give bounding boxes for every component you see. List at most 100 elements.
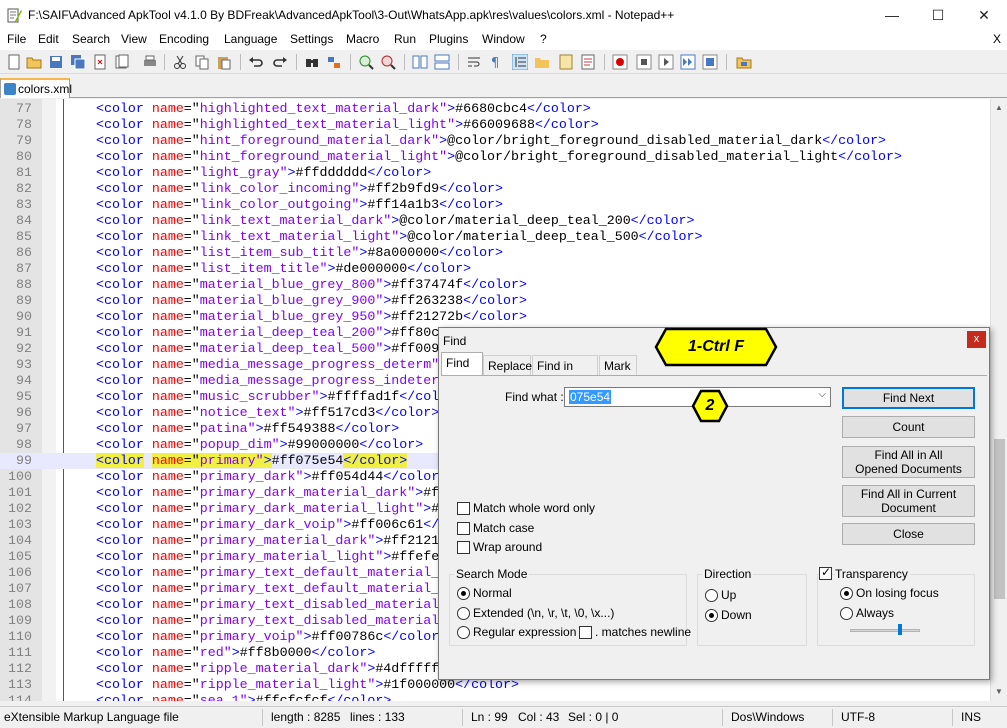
new-file-icon[interactable] (6, 54, 22, 70)
undo-icon[interactable] (248, 54, 264, 70)
toolbar-separator (458, 54, 459, 70)
search-mode-normal-radio[interactable] (457, 587, 470, 600)
copy-icon[interactable] (194, 54, 210, 70)
find-all-opened-button[interactable]: Find All in All Opened Documents (842, 446, 975, 478)
menu-run[interactable]: Run (394, 32, 416, 46)
match-whole-word-checkbox[interactable] (457, 502, 470, 515)
cut-icon[interactable] (172, 54, 188, 70)
transparency-always-radio[interactable] (840, 607, 853, 620)
xml-attr-quote: " (439, 149, 448, 164)
sync-horizontal-icon[interactable] (434, 54, 450, 70)
menu-search[interactable]: Search (72, 32, 110, 46)
menu-encoding[interactable]: Encoding (159, 32, 209, 46)
sync-vertical-icon[interactable] (412, 54, 428, 70)
maximize-button[interactable]: ☐ (915, 0, 961, 30)
count-button[interactable]: Count (842, 416, 975, 438)
code-line[interactable]: 77 <color name="highlighted_text_material… (0, 101, 990, 117)
zoom-in-icon[interactable] (358, 54, 374, 70)
close-document-button[interactable]: X (993, 32, 1001, 46)
paste-icon[interactable] (216, 54, 232, 70)
menu-window[interactable]: Window (482, 32, 525, 46)
print-icon[interactable] (142, 54, 158, 70)
tab-mark[interactable]: Mark (599, 355, 637, 375)
menu-language[interactable]: Language (224, 32, 277, 46)
close-button[interactable]: Close (842, 523, 975, 545)
find-dialog-close-button[interactable]: x (967, 331, 986, 348)
code-line[interactable]: 83 <color name="link_color_outgoing">#ff1… (0, 197, 990, 213)
tab-colors-xml[interactable]: colors.xml (0, 78, 72, 98)
match-case-checkbox[interactable] (457, 522, 470, 535)
record-macro-icon[interactable] (612, 54, 628, 70)
find-next-button[interactable]: Find Next (842, 387, 975, 409)
folder-as-workspace-icon[interactable] (534, 54, 550, 70)
menu-help[interactable]: ? (540, 32, 547, 46)
code-line[interactable]: 82 <color name="link_color_incoming">#ff2… (0, 181, 990, 197)
replace-icon[interactable] (326, 54, 342, 70)
transparency-checkbox[interactable] (819, 565, 832, 580)
code-line[interactable]: 78 <color name="highlighted_text_material… (0, 117, 990, 133)
tab-find-in-files[interactable]: Find in Files (532, 355, 598, 387)
minimize-button[interactable]: — (869, 0, 915, 30)
menu-macro[interactable]: Macro (346, 32, 379, 46)
tab-replace[interactable]: Replace (483, 355, 532, 375)
matches-newline-checkbox[interactable] (579, 626, 592, 639)
scroll-up-arrow[interactable]: ▲ (995, 103, 1003, 112)
direction-down-radio[interactable] (705, 609, 718, 622)
code-line[interactable]: 81 <color name="light_gray">#ffdddddd</co… (0, 165, 990, 181)
tab-find[interactable]: Find (441, 352, 483, 376)
save-icon[interactable] (48, 54, 64, 70)
code-line[interactable]: 88 <color name="material_blue_grey_800">#… (0, 277, 990, 293)
redo-icon[interactable] (272, 54, 288, 70)
search-mode-extended-radio[interactable] (457, 607, 470, 620)
close-file-icon[interactable] (92, 54, 108, 70)
stop-macro-icon[interactable] (636, 54, 652, 70)
direction-up-radio[interactable] (705, 589, 718, 602)
document-map-icon[interactable] (558, 54, 574, 70)
status-separator (952, 709, 953, 726)
menu-edit[interactable]: Edit (38, 32, 59, 46)
menu-plugins[interactable]: Plugins (429, 32, 468, 46)
launch-browser-icon[interactable] (736, 54, 752, 70)
function-list-icon[interactable] (580, 54, 596, 70)
xml-tag-open: <color (96, 485, 144, 500)
play-macro-icon[interactable] (658, 54, 674, 70)
code-line[interactable]: 86 <color name="list_item_sub_title">#8a0… (0, 245, 990, 261)
menu-file[interactable]: File (7, 32, 26, 46)
search-mode-regex-radio[interactable] (457, 626, 470, 639)
vertical-scrollbar[interactable]: ▲ ▼ (990, 99, 1007, 701)
wrap-around-checkbox[interactable] (457, 541, 470, 554)
code-line[interactable]: 85 <color name="link_text_material_light"… (0, 229, 990, 245)
close-all-icon[interactable] (114, 54, 130, 70)
xml-tag-open: <color (96, 229, 144, 244)
scrollbar-thumb[interactable] (994, 439, 1005, 599)
scroll-down-arrow[interactable]: ▼ (995, 687, 1003, 696)
save-all-icon[interactable] (70, 54, 86, 70)
code-line[interactable]: 84 <color name="link_text_material_dark">… (0, 213, 990, 229)
code-line[interactable]: 79 <color name="hint_foreground_material_… (0, 133, 990, 149)
run-macro-multiple-icon[interactable] (680, 54, 696, 70)
chevron-down-icon[interactable]: ⌵ (818, 389, 826, 400)
code-line[interactable]: 89 <color name="material_blue_grey_900">#… (0, 293, 990, 309)
window-close-button[interactable]: ✕ (961, 0, 1007, 30)
save-macro-icon[interactable] (702, 54, 718, 70)
code-line[interactable]: 114 <color name="sea_1">#ffcfcfcf</color> (0, 693, 990, 701)
open-file-icon[interactable] (26, 54, 42, 70)
find-icon[interactable] (304, 54, 320, 70)
zoom-out-icon[interactable] (380, 54, 396, 70)
code-text: <color name="link_text_material_dark">@c… (96, 213, 695, 229)
transparency-losing-focus-radio[interactable] (840, 587, 853, 600)
menu-view[interactable]: View (121, 32, 147, 46)
code-line[interactable]: 87 <color name="list_item_title">#de00000… (0, 261, 990, 277)
transparency-slider-track[interactable] (850, 629, 920, 632)
word-wrap-icon[interactable] (466, 54, 482, 70)
xml-attr-eq: =" (183, 181, 200, 196)
show-all-characters-icon[interactable]: ¶ (488, 54, 504, 70)
code-line[interactable]: 90 <color name="material_blue_grey_950">#… (0, 309, 990, 325)
color-value: #4dfffff (375, 661, 440, 676)
transparency-slider-thumb[interactable] (898, 624, 902, 635)
menu-settings[interactable]: Settings (290, 32, 333, 46)
indent-guide-icon[interactable] (512, 54, 528, 70)
find-all-current-button[interactable]: Find All in Current Document (842, 485, 975, 517)
code-line[interactable]: 80 <color name="hint_foreground_material_… (0, 149, 990, 165)
code-text: <color name="primary_dark_voip">#ff006c6… (96, 517, 487, 533)
